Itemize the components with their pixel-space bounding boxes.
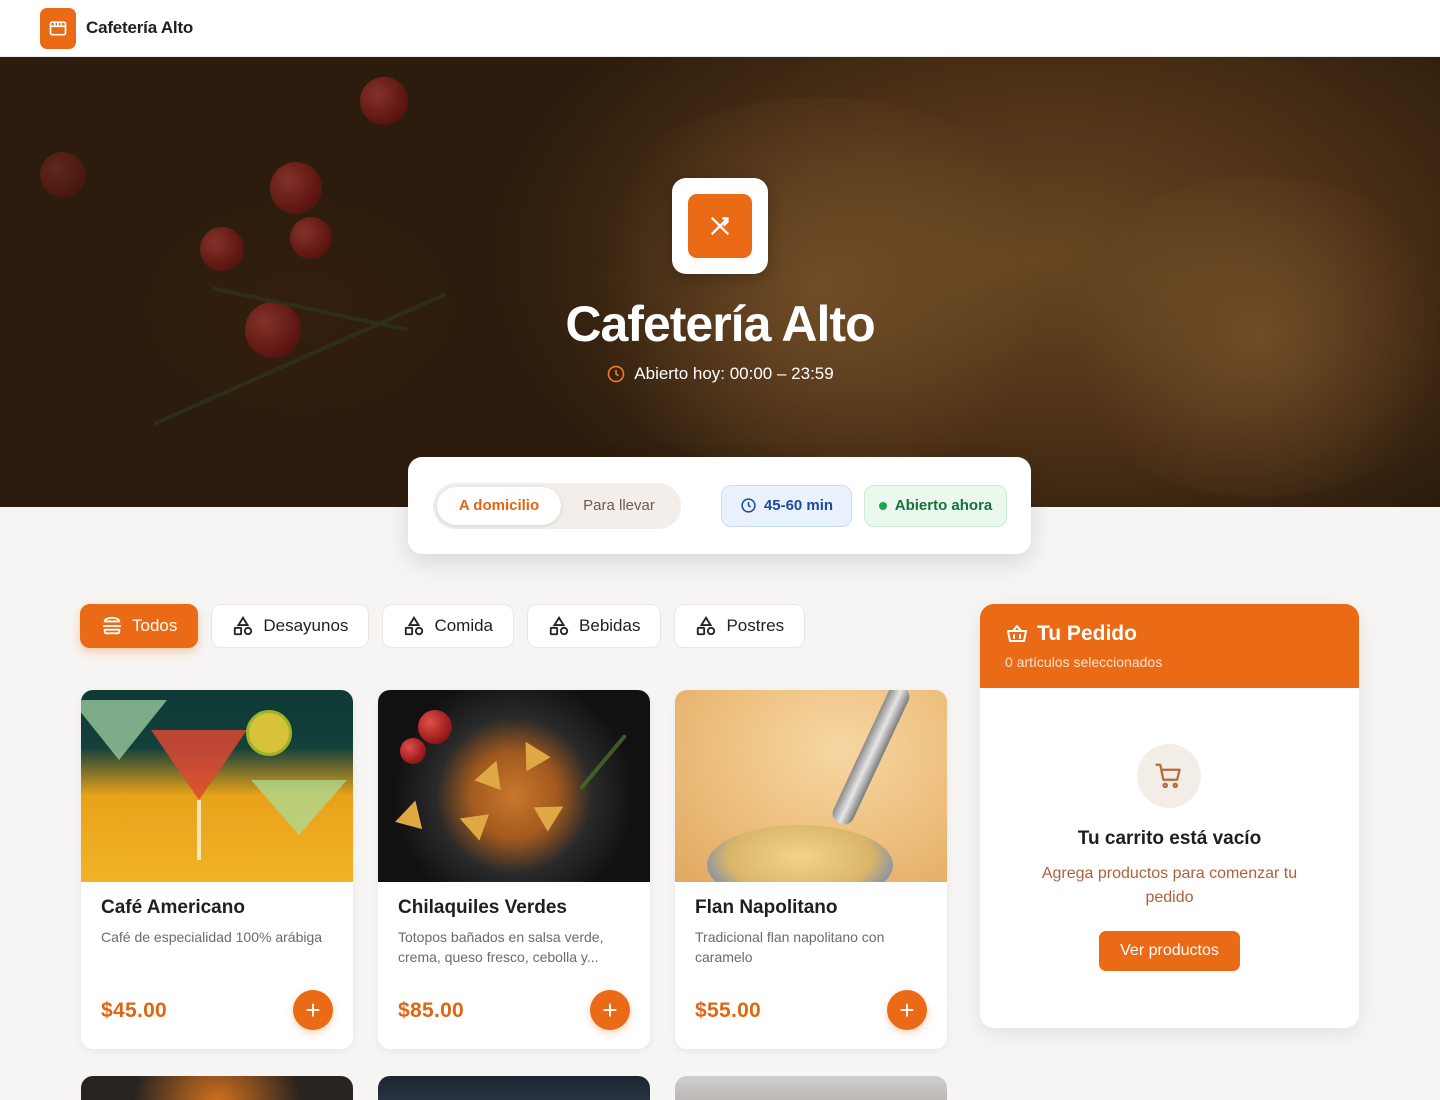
brand-name[interactable]: Cafetería Alto <box>86 18 193 38</box>
category-label: Comida <box>434 616 494 635</box>
cart-icon <box>1137 744 1201 808</box>
top-bar: Cafetería Alto <box>0 0 1440 57</box>
status-dot-icon <box>878 501 887 510</box>
eta-text: 45-60 min <box>763 497 834 514</box>
cart-empty-text: Agrega productos para comenzar tu pedido <box>1041 865 1298 906</box>
category-label: Desayunos <box>263 616 349 635</box>
product-name: Flan Napolitano <box>695 897 838 918</box>
category-comida[interactable]: Comida <box>382 604 515 648</box>
category-label: Postres <box>726 616 785 635</box>
opening-hours-text: Abierto hoy: 00:00 – 23:59 <box>634 364 834 383</box>
status-badge: Abierto ahora <box>864 484 1007 527</box>
category-bebidas[interactable]: Bebidas <box>527 604 662 648</box>
product-name: Chilaquiles Verdes <box>398 897 567 918</box>
product-image <box>81 690 353 882</box>
eta-badge: 45-60 min <box>721 484 852 527</box>
view-products-button[interactable]: Ver productos <box>1099 931 1240 971</box>
cart-header: Tu Pedido 0 artículos seleccionados <box>980 604 1359 688</box>
delivery-option[interactable]: A domicilio <box>437 486 561 525</box>
add-to-cart-button[interactable]: + <box>887 990 927 1030</box>
shapes-icon <box>405 616 424 636</box>
product-card[interactable]: Chilaquiles Verdes Totopos bañados en sa… <box>378 690 650 1049</box>
shapes-icon <box>697 616 716 636</box>
takeaway-option[interactable]: Para llevar <box>561 487 677 525</box>
opening-hours: Abierto hoy: 00:00 – 23:59 <box>0 364 1440 384</box>
menu-icon <box>102 616 122 635</box>
product-price: $85.00 <box>398 999 465 1022</box>
order-mode-toggle[interactable]: A domicilio Para llevar <box>433 482 681 529</box>
clock-icon <box>607 365 625 383</box>
cart-item-count: 0 artículos seleccionados <box>1005 654 1163 670</box>
category-desayunos[interactable]: Desayunos <box>211 604 370 648</box>
restaurant-title: Cafetería Alto <box>565 296 875 352</box>
product-card[interactable]: Flan Napolitano Tradicional flan napolit… <box>675 690 947 1049</box>
product-price: $45.00 <box>101 999 168 1022</box>
cart-title: Tu Pedido <box>1037 622 1137 645</box>
category-filter: Todos Desayunos Comida Bebidas Postres <box>80 604 806 648</box>
add-to-cart-button[interactable]: + <box>590 990 630 1030</box>
product-name: Café Americano <box>101 897 245 918</box>
category-label: Bebidas <box>579 616 641 635</box>
product-description: Tradicional flan napolitano con caramelo <box>695 929 885 965</box>
basket-icon <box>1007 625 1027 642</box>
utensils-icon <box>711 216 729 235</box>
product-price: $55.00 <box>695 999 762 1022</box>
shapes-icon <box>549 616 569 636</box>
order-options-panel: A domicilio Para llevar 45-60 min Abiert… <box>408 457 1031 554</box>
product-image <box>378 690 650 882</box>
shapes-icon <box>234 616 253 636</box>
hero-banner: Cafetería Alto Abierto hoy: 00:00 – 23:5… <box>0 57 1440 507</box>
add-to-cart-button[interactable]: + <box>293 990 333 1030</box>
product-description: Totopos bañados en salsa verde, crema, q… <box>398 929 604 965</box>
cart-empty-title: Tu carrito está vacío <box>1077 828 1262 849</box>
product-card-partial[interactable] <box>81 1076 353 1100</box>
product-card[interactable]: Café Americano Café de especialidad 100%… <box>81 690 353 1049</box>
clock-icon <box>741 498 756 513</box>
product-image <box>675 690 947 882</box>
status-text: Abierto ahora <box>894 497 993 514</box>
product-card-partial[interactable] <box>675 1076 947 1100</box>
restaurant-logo <box>672 178 768 274</box>
store-icon[interactable] <box>40 7 76 49</box>
category-label: Todos <box>132 616 178 635</box>
product-card-partial[interactable] <box>378 1076 650 1100</box>
cart-panel: Tu Pedido 0 artículos seleccionados Tu c… <box>980 604 1359 1028</box>
product-description: Café de especialidad 100% arábiga <box>101 929 323 945</box>
category-todos[interactable]: Todos <box>80 604 199 648</box>
category-postres[interactable]: Postres <box>674 604 806 648</box>
